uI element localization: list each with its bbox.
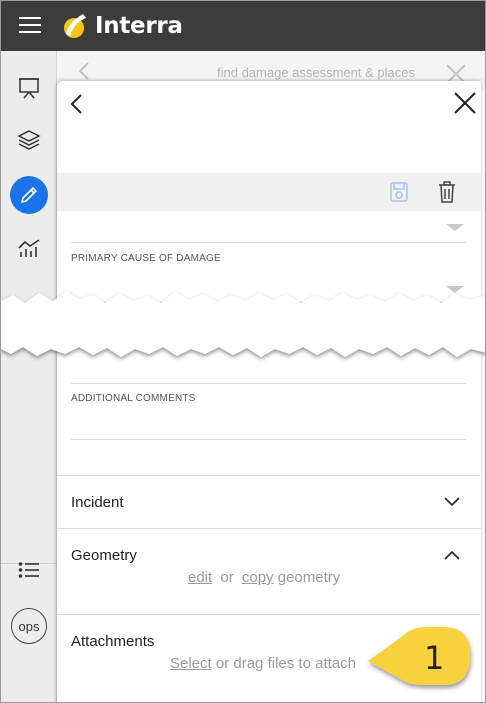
close-icon[interactable] (453, 91, 477, 115)
primary-cause-label: PRIMARY CAUSE OF DAMAGE (71, 253, 221, 264)
pencil-icon[interactable] (10, 176, 48, 214)
callout-badge (368, 627, 470, 685)
interra-logo-icon (64, 14, 86, 38)
presentation-board-icon[interactable] (10, 69, 48, 107)
dropdown-caret-icon (446, 224, 464, 231)
attachments-title: Attachments (71, 633, 155, 650)
layers-icon[interactable] (10, 121, 48, 159)
additional-comments-field[interactable]: ADDITIONAL COMMENTS (71, 391, 466, 440)
chevron-up-icon[interactable] (443, 549, 461, 561)
hamburger-menu-icon[interactable] (19, 17, 41, 35)
top-bar: Interra (1, 1, 485, 51)
analytics-chart-icon[interactable] (10, 229, 48, 267)
panel-toolbar (57, 173, 481, 211)
or-text: or (220, 569, 234, 586)
geometry-section: Geometry edit or copy geometry (57, 528, 481, 614)
select-files-link[interactable]: Select (170, 655, 212, 672)
geometry-title: Geometry (71, 547, 137, 564)
additional-comments-label: ADDITIONAL COMMENTS (71, 393, 196, 404)
ops-button[interactable]: ops (11, 608, 47, 644)
damage-assessment-panel: PRIMARY CAUSE OF DAMAGE ADDITIONAL COMME… (57, 81, 481, 702)
search-placeholder[interactable]: find damage assessment & places (217, 65, 432, 80)
back-arrow-icon[interactable] (77, 61, 91, 81)
brand-name: Interra (95, 13, 183, 39)
copy-geometry-link[interactable]: copy (242, 569, 274, 586)
incident-title: Incident (71, 494, 124, 511)
edit-geometry-link[interactable]: edit (188, 569, 212, 586)
attach-rest-text: or drag files to attach (215, 655, 356, 672)
list-icon[interactable] (10, 551, 48, 589)
attach-actions: Select or drag files to attach (170, 655, 356, 672)
incident-section[interactable]: Incident (57, 475, 481, 528)
callout-number: 1 (424, 639, 445, 677)
first-select-field[interactable] (71, 211, 466, 243)
back-arrow-icon[interactable] (69, 93, 83, 115)
left-rail: ops (1, 51, 57, 702)
trash-icon[interactable] (438, 181, 456, 203)
geometry-actions: edit or copy geometry (188, 569, 340, 586)
torn-edge-divider (1, 291, 485, 357)
save-icon[interactable] (389, 181, 409, 203)
geometry-suffix: geometry (277, 569, 341, 586)
chevron-down-icon[interactable] (443, 496, 461, 508)
app-window: Interra ops find damage assessment & pla… (0, 0, 486, 703)
